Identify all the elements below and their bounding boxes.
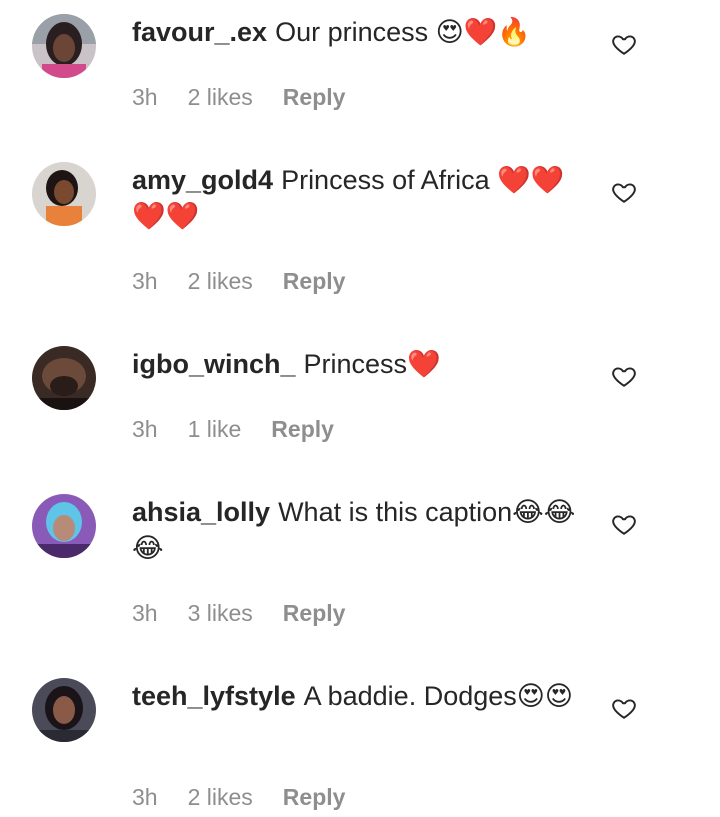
comment-likes[interactable]: 2 likes (188, 784, 253, 810)
comment-username[interactable]: ahsia_lolly (132, 497, 270, 527)
reply-button[interactable]: Reply (283, 268, 346, 294)
avatar[interactable] (32, 346, 96, 410)
avatar[interactable] (32, 494, 96, 558)
like-heart-icon[interactable] (611, 511, 637, 537)
comment-meta: 3h 2 likes Reply (132, 268, 375, 295)
comment-username[interactable]: igbo_winch_ (132, 349, 296, 379)
comment-likes[interactable]: 2 likes (188, 268, 253, 294)
comment-text: Our princess 😍❤️🔥 (275, 17, 532, 47)
like-heart-icon[interactable] (611, 31, 637, 57)
comment-username[interactable]: teeh_lyfstyle (132, 681, 296, 711)
comment-time: 3h (132, 84, 158, 110)
comment-time: 3h (132, 268, 158, 294)
avatar[interactable] (32, 14, 96, 78)
comment-time: 3h (132, 600, 158, 626)
comment-likes[interactable]: 3 likes (188, 600, 253, 626)
like-heart-icon[interactable] (611, 179, 637, 205)
comment-body: favour_.ex Our princess 😍❤️🔥 (132, 14, 582, 50)
comment-username[interactable]: amy_gold4 (132, 165, 273, 195)
comment-likes[interactable]: 1 like (188, 416, 242, 442)
comment-body: igbo_winch_ Princess❤️ (132, 346, 582, 382)
like-heart-icon[interactable] (611, 363, 637, 389)
reply-button[interactable]: Reply (283, 84, 346, 110)
comment-text: Princess❤️ (303, 349, 441, 379)
comment-username[interactable]: favour_.ex (132, 17, 267, 47)
comment-meta: 3h 3 likes Reply (132, 600, 375, 627)
comment-text: A baddie. Dodges😍😍 (303, 681, 574, 711)
comment-meta: 3h 2 likes Reply (132, 84, 375, 111)
reply-button[interactable]: Reply (283, 784, 346, 810)
avatar[interactable] (32, 162, 96, 226)
comment-time: 3h (132, 784, 158, 810)
comment-body: amy_gold4 Princess of Africa ❤️❤️❤️❤️ (132, 162, 582, 234)
comment-body: ahsia_lolly What is this caption😂😂😂 (132, 494, 582, 566)
comment-body: teeh_lyfstyle A baddie. Dodges😍😍 (132, 678, 582, 714)
comment-time: 3h (132, 416, 158, 442)
comment-meta: 3h 1 like Reply (132, 416, 364, 443)
avatar[interactable] (32, 678, 96, 742)
like-heart-icon[interactable] (611, 695, 637, 721)
reply-button[interactable]: Reply (271, 416, 334, 442)
comment-likes[interactable]: 2 likes (188, 84, 253, 110)
reply-button[interactable]: Reply (283, 600, 346, 626)
comment-meta: 3h 2 likes Reply (132, 784, 375, 811)
